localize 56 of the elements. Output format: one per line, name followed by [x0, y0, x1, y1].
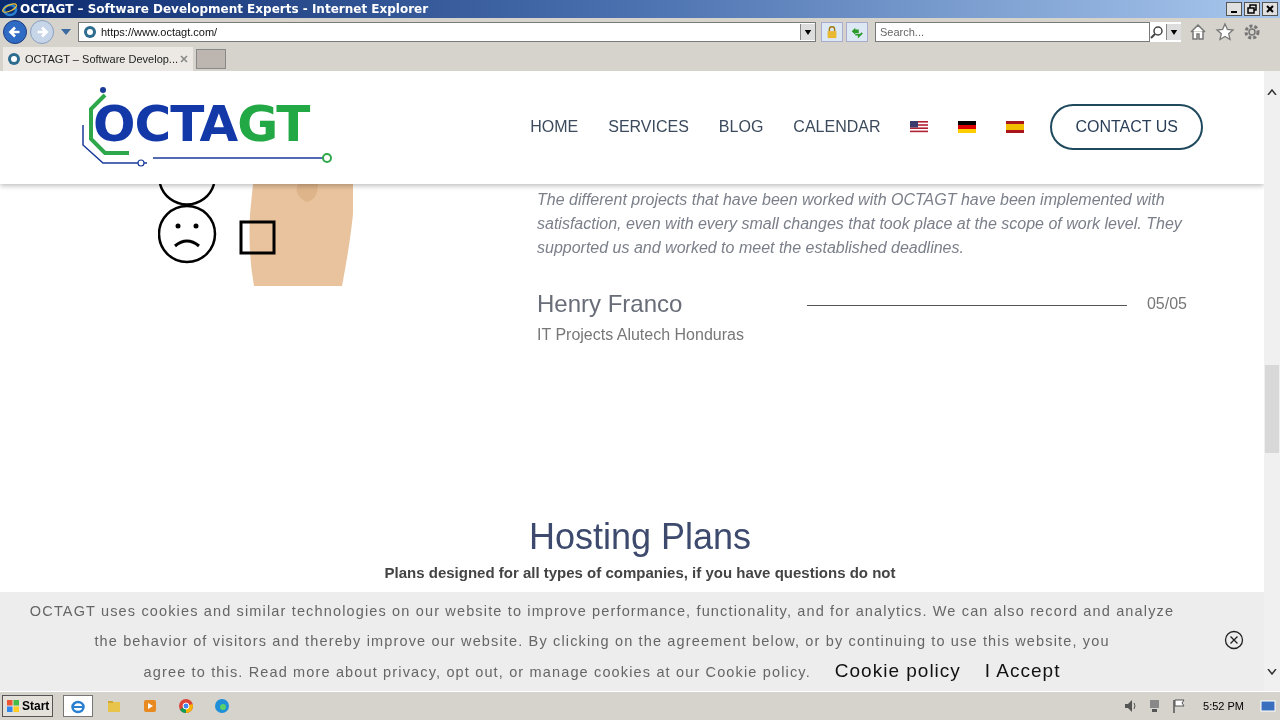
- search-field[interactable]: Search...: [875, 22, 1150, 43]
- nav-link[interactable]: HOME: [530, 118, 579, 137]
- minimize-button[interactable]: [1226, 2, 1242, 16]
- back-button[interactable]: [3, 20, 27, 45]
- caret-icon: [1170, 29, 1178, 35]
- minimize-icon: [1231, 11, 1237, 13]
- ie-logo-icon: [2, 1, 18, 17]
- flag-icon[interactable]: [1171, 698, 1188, 714]
- site-logo[interactable]: OCTAGT: [93, 99, 310, 150]
- testimonial-quote: The different projects that have been worked with OCTAGT have been implemented with satisfaction, even with every small changes that took place at the scope of work level. They supported us and worked to meet the established deadlines.: [537, 189, 1184, 258]
- scroll-up-icon[interactable]: [1267, 88, 1277, 95]
- lock-icon[interactable]: [821, 22, 843, 43]
- dropdown-icon[interactable]: [61, 29, 71, 36]
- close-tab-icon[interactable]: [179, 53, 189, 64]
- browser-tab[interactable]: OCTAGT – Software Develop...: [3, 46, 193, 71]
- windows-logo-icon: [6, 699, 20, 713]
- close-icon: [1265, 4, 1275, 14]
- slide-counter: 05/05: [1146, 294, 1187, 313]
- site-favicon-icon: [7, 51, 21, 66]
- search-icon[interactable]: [1150, 25, 1164, 40]
- nav-link[interactable]: SERVICES: [608, 118, 689, 137]
- scrollbar-thumb[interactable]: [1265, 364, 1279, 453]
- accept-button[interactable]: I Accept: [984, 656, 1061, 687]
- refresh-icon[interactable]: [846, 22, 868, 43]
- show-desktop-icon[interactable]: [1260, 698, 1276, 714]
- cookie-notice-text: agree to this. Read more about privacy, opt out, or manage cookies at our Cookie policy.: [143, 663, 811, 683]
- section-title: Hosting Plans: [527, 515, 753, 558]
- address-dropdown-button[interactable]: [800, 24, 815, 41]
- german-flag-icon[interactable]: [958, 121, 977, 134]
- nav-link[interactable]: BLOG: [718, 118, 764, 137]
- window-title: OCTAGT – Software Development Experts - Internet Explorer: [20, 2, 429, 16]
- star-icon[interactable]: [1215, 22, 1235, 43]
- close-button[interactable]: [1262, 2, 1278, 16]
- restore-icon: [1247, 4, 1257, 14]
- internet-explorer-icon[interactable]: [63, 695, 94, 717]
- caret-icon: [804, 29, 812, 35]
- author-role: IT Projects Alutech Honduras: [537, 325, 745, 344]
- home-icon[interactable]: [1188, 22, 1208, 43]
- scroll-down-icon[interactable]: [1267, 669, 1277, 676]
- scrollbar[interactable]: [1264, 70, 1280, 692]
- restore-button[interactable]: [1244, 2, 1260, 16]
- contact-button[interactable]: CONTACT US: [1050, 104, 1203, 151]
- site-favicon-icon: [83, 25, 97, 40]
- tab-title: OCTAGT – Software Develop...: [25, 52, 179, 65]
- start-button[interactable]: Start: [2, 695, 54, 717]
- address-bar[interactable]: https://www.octagt.com/: [78, 22, 816, 43]
- cookie-policy-link[interactable]: Cookie policy: [834, 656, 961, 687]
- new-tab-button[interactable]: [196, 48, 226, 69]
- close-icon[interactable]: [1224, 630, 1244, 651]
- clock: 5:52 PM: [1203, 700, 1244, 712]
- section-subtitle: Plans designed for all types of companies, if you have questions do not: [383, 563, 897, 581]
- search-dropdown-button[interactable]: [1166, 24, 1181, 41]
- nav-link[interactable]: CALENDAR: [793, 118, 881, 137]
- spanish-flag-icon[interactable]: [1006, 121, 1025, 134]
- author-name: Henry Franco: [537, 289, 683, 318]
- us-flag-icon[interactable]: [910, 121, 929, 134]
